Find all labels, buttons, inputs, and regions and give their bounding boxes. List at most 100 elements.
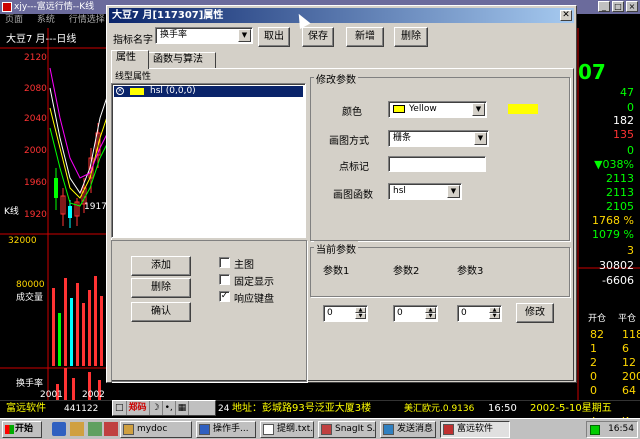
task-label: SnagIt S... <box>335 424 376 434</box>
maximize-button[interactable]: □ <box>612 1 624 12</box>
spin-down-icon[interactable]: ▼ <box>425 313 436 319</box>
status-date: 2002-5-10星期五 <box>530 403 612 414</box>
add-button[interactable]: 新增 <box>346 27 384 47</box>
spinner-buttons[interactable]: ▲ ▼ <box>355 307 366 320</box>
price-marker: 1917 <box>84 202 107 212</box>
dialog-close-button[interactable]: ✕ <box>560 10 572 21</box>
network-icon[interactable] <box>590 425 600 435</box>
windows-logo-icon <box>5 425 14 434</box>
status-trail: 24 <box>218 404 230 414</box>
respond-keyboard-label: 响应键盘 <box>234 294 274 305</box>
taskbar-task[interactable]: mydoc <box>120 421 192 438</box>
side-row-cell: 6 <box>622 342 629 355</box>
param1-spinner[interactable]: 0 ▲ ▼ <box>323 305 368 322</box>
indicator-name-label: 指标名字 <box>113 35 153 46</box>
ime-mode[interactable]: 郑码 <box>127 401 150 415</box>
taskbar-task[interactable]: 发送消息 <box>380 421 436 438</box>
color-label: 颜色 <box>342 107 362 118</box>
ime-punct-icon[interactable]: •, <box>163 401 176 415</box>
clock: 16:54 <box>608 424 634 434</box>
spin-down-icon[interactable]: ▼ <box>489 313 500 319</box>
draw-mode-value: 栅条 <box>393 133 412 143</box>
remove-item-icon[interactable]: × <box>116 87 124 95</box>
fixed-display-checkbox[interactable] <box>219 274 230 285</box>
ime-halfwidth-icon[interactable]: ☽ <box>150 401 163 415</box>
taskbar-task[interactable]: 富远软件 <box>440 421 510 438</box>
spinner-buttons[interactable]: ▲ ▼ <box>425 307 436 320</box>
volume-bars <box>52 276 103 366</box>
chevron-down-icon[interactable]: ▼ <box>474 132 487 145</box>
close-button[interactable]: × <box>626 1 638 12</box>
status-number: 441122 <box>64 404 99 414</box>
tab-functions[interactable]: 函数与算法 <box>148 52 216 68</box>
task-label: 操作手... <box>213 424 249 434</box>
side-row-cell: 64 <box>622 384 636 397</box>
menu-page[interactable]: 页面 <box>5 15 23 25</box>
delete-line-button[interactable]: 删除 <box>131 278 191 298</box>
status-address: 地址：彭城路93号泛亚大厦3楼 <box>232 403 372 414</box>
line-props-list[interactable]: × hsl (0,0,0) <box>111 83 306 238</box>
param3-spinner[interactable]: 0 ▲ ▼ <box>457 305 502 322</box>
vol-value: 80000 <box>16 280 45 290</box>
delete-button[interactable]: 删除 <box>394 27 428 47</box>
start-button[interactable]: 开始 <box>2 421 42 438</box>
chevron-down-icon[interactable]: ▼ <box>447 185 460 198</box>
side-value: 1768 % <box>592 214 634 227</box>
ime-toolbar[interactable]: □ 郑码 ☽ •, ▦ <box>112 400 216 416</box>
point-mark-label: 点标记 <box>339 162 369 173</box>
ime-keyboard-icon[interactable]: ▦ <box>176 401 190 415</box>
task-app-icon <box>199 424 210 435</box>
add-line-button[interactable]: 添加 <box>131 256 191 276</box>
draw-func-select[interactable]: hsl ▼ <box>388 183 462 200</box>
dialog-title-bar[interactable]: 大豆7 月[117307]属性 ✕ <box>109 8 574 23</box>
y-axis-label: 2000 <box>24 146 47 156</box>
side-value: 2113 <box>606 172 634 185</box>
cancel-button[interactable]: 取出 <box>258 27 290 47</box>
color-select[interactable]: Yellow ▼ <box>388 101 487 118</box>
side-value: 30802 <box>599 259 634 272</box>
line-item-label: hsl (0,0,0) <box>150 86 196 96</box>
indicator-name-select[interactable]: 换手率 ▼ <box>155 27 253 44</box>
dialog-title: 大豆7 月[117307]属性 <box>112 10 224 21</box>
modify-params-title: 修改参数 <box>314 71 358 86</box>
menu-system[interactable]: 系统 <box>37 15 55 25</box>
media-icon[interactable] <box>104 422 118 436</box>
chevron-down-icon[interactable]: ▼ <box>472 103 485 116</box>
draw-mode-select[interactable]: 栅条 ▼ <box>388 130 489 147</box>
save-button[interactable]: 保存 <box>302 27 334 47</box>
folder-icon[interactable] <box>70 422 84 436</box>
list-item[interactable]: × hsl (0,0,0) <box>114 86 303 97</box>
spinner-buttons[interactable]: ▲ ▼ <box>489 307 500 320</box>
app-title: xjy---富远行情--K线 <box>14 2 95 12</box>
taskbar-task[interactable]: SnagIt S... <box>318 421 376 438</box>
minimize-button[interactable]: _ <box>598 1 610 12</box>
param1-value: 0 <box>327 308 333 318</box>
y-axis-label: 1920 <box>24 210 47 220</box>
side-value: ▼038% <box>594 158 634 171</box>
taskbar-task[interactable]: 提纲.txt... <box>260 421 314 438</box>
tab-properties[interactable]: 属性 <box>111 50 149 69</box>
ie-icon[interactable] <box>52 422 66 436</box>
spin-down-icon[interactable]: ▼ <box>355 313 366 319</box>
task-app-icon <box>263 424 274 435</box>
point-mark-input[interactable] <box>388 156 486 172</box>
task-app-icon <box>383 424 394 435</box>
respond-keyboard-checkbox[interactable]: ✓ <box>219 291 230 302</box>
confirm-button[interactable]: 确认 <box>131 302 191 322</box>
fixed-display-label: 固定显示 <box>234 277 274 288</box>
line-props-title: 线型属性 <box>115 72 152 82</box>
main-chart-checkbox[interactable] <box>219 257 230 268</box>
menu-quote-select[interactable]: 行情选择 <box>69 15 105 25</box>
start-label: 开始 <box>15 424 34 434</box>
side-row-cell: 2 <box>590 356 597 369</box>
side-row-cell: 0 <box>590 370 597 383</box>
chevron-down-icon[interactable]: ▼ <box>238 29 251 42</box>
modify-button[interactable]: 修改 <box>516 303 554 323</box>
param2-spinner[interactable]: 0 ▲ ▼ <box>393 305 438 322</box>
param1-label: 参数1 <box>323 266 350 277</box>
draw-func-value: hsl <box>393 186 406 196</box>
desktop-icon[interactable] <box>88 422 102 436</box>
task-app-icon <box>443 424 454 435</box>
ime-toggle-icon[interactable]: □ <box>113 401 127 415</box>
taskbar-task[interactable]: 操作手... <box>196 421 256 438</box>
